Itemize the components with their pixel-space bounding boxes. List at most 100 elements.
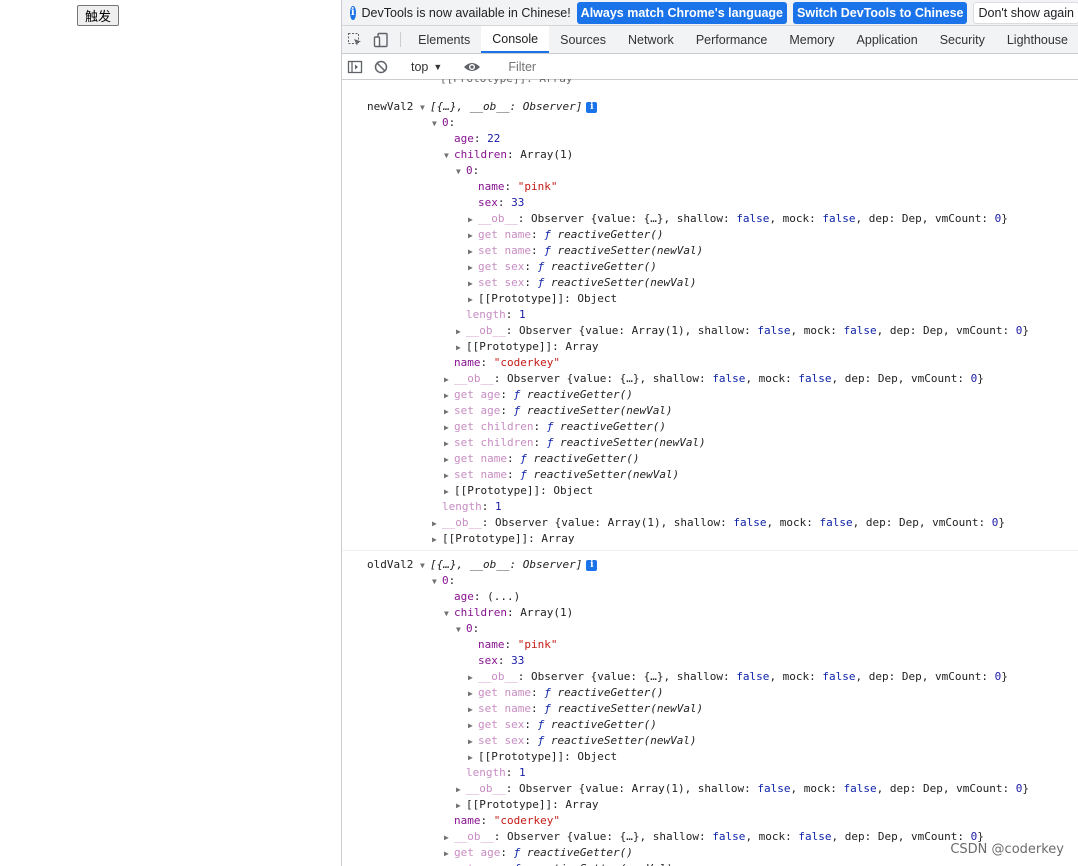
collapsed-triangle-icon[interactable]: ▶ (468, 260, 478, 276)
console-tree-row[interactable]: ▶ get name: ƒ reactiveGetter() (468, 685, 663, 701)
collapsed-triangle-icon[interactable]: ▶ (468, 212, 478, 228)
console-tree-row[interactable]: ▶ [[Prototype]]: Object (468, 291, 617, 307)
expanded-triangle-icon[interactable]: ▼ (456, 622, 466, 638)
console-tree-row[interactable]: ▶ get children: ƒ reactiveGetter() (444, 419, 666, 435)
collapsed-triangle-icon[interactable]: ▶ (444, 862, 454, 866)
console-tree-row[interactable]: ▶ get name: ƒ reactiveGetter() (444, 451, 639, 467)
collapsed-triangle-icon[interactable]: ▶ (444, 436, 454, 452)
collapsed-triangle-icon[interactable]: ▶ (468, 750, 478, 766)
collapsed-triangle-icon[interactable]: ▶ (444, 372, 454, 388)
console-tree-row[interactable]: ▶ set sex: ƒ reactiveSetter(newVal) (468, 733, 697, 749)
live-expression-eye-icon[interactable] (459, 60, 485, 74)
console-tree-row[interactable]: ▶ set children: ƒ reactiveSetter(newVal) (444, 435, 706, 451)
console-tree-row[interactable]: ▼ 0: (456, 163, 479, 179)
console-tree-row[interactable]: ▶ [[Prototype]]: Object (444, 483, 593, 499)
collapsed-triangle-icon[interactable]: ▶ (456, 782, 466, 798)
console-tree-row[interactable]: ▶set age: ƒ reactiveSetter(newVal) (444, 861, 673, 866)
context-selector[interactable]: top ▼ (407, 60, 446, 74)
collapsed-triangle-icon[interactable]: ▶ (444, 452, 454, 468)
console-tree-row[interactable]: ▼ children: Array(1) (444, 147, 573, 163)
expanded-triangle-icon[interactable]: ▼ (432, 116, 442, 132)
collapsed-triangle-icon[interactable]: ▶ (444, 404, 454, 420)
collapsed-triangle-icon[interactable]: ▶ (456, 340, 466, 356)
expanded-triangle-icon[interactable]: ▼ (444, 148, 454, 164)
clear-console-icon[interactable] (368, 59, 394, 75)
collapsed-triangle-icon[interactable]: ▶ (468, 670, 478, 686)
console-tree-row[interactable]: ▶ set sex: ƒ reactiveSetter(newVal) (468, 275, 697, 291)
always-match-language-button[interactable]: Always match Chrome's language (576, 1, 788, 24)
expanded-triangle-icon[interactable]: ▼ (444, 606, 454, 622)
console-tree-row[interactable]: ▶ get age: ƒ reactiveGetter() (444, 845, 633, 861)
property-key: 0 (466, 164, 473, 177)
console-tree-row[interactable]: ▼ 0: (456, 621, 479, 637)
collapsed-triangle-icon[interactable]: ▶ (432, 516, 442, 532)
console-tree-row[interactable]: newVal2 ▼ [{…}, __ob__: Observer] i (367, 99, 598, 116)
collapsed-triangle-icon[interactable]: ▶ (444, 846, 454, 862)
collapsed-triangle-icon[interactable]: ▶ (468, 718, 478, 734)
console-tree-row[interactable]: ▶set age: ƒ reactiveSetter(newVal) (444, 403, 673, 419)
console-tree-row[interactable]: ▶ __ob__: Observer {value: Array(1), shal… (456, 323, 1029, 339)
console-tree-row[interactable]: ▼ children: Array(1) (444, 605, 573, 621)
collapsed-triangle-icon[interactable]: ▶ (468, 276, 478, 292)
info-badge-icon[interactable]: i (586, 559, 598, 571)
property-value: ƒ reactiveGetter() (544, 228, 664, 241)
console-tree-row[interactable]: ▼ 0: (432, 573, 455, 589)
tab-elements[interactable]: Elements (407, 26, 481, 53)
collapsed-triangle-icon[interactable]: ▶ (432, 532, 442, 548)
collapsed-triangle-icon[interactable]: ▶ (444, 468, 454, 484)
tab-network[interactable]: Network (617, 26, 685, 53)
console-tree-row[interactable]: ▶ set name: ƒ reactiveSetter(newVal) (444, 467, 679, 483)
tab-memory[interactable]: Memory (778, 26, 845, 53)
console-tree-row[interactable]: ▶ __ob__: Observer {value: {…}, shallow: … (468, 211, 1008, 227)
expanded-triangle-icon[interactable]: ▼ (420, 100, 430, 116)
inspect-element-icon[interactable] (342, 26, 368, 53)
console-tree-row[interactable]: ▶ __ob__: Observer {value: {…}, shallow: … (444, 829, 984, 845)
console-tree-row[interactable]: ▶ [[Prototype]]: Array (456, 339, 598, 355)
collapsed-triangle-icon[interactable]: ▶ (456, 324, 466, 340)
tab-security[interactable]: Security (929, 26, 996, 53)
show-sidebar-icon[interactable] (342, 59, 368, 75)
collapsed-triangle-icon[interactable]: ▶ (444, 388, 454, 404)
tab-performance[interactable]: Performance (685, 26, 779, 53)
console-filter-input[interactable] (504, 57, 1078, 76)
collapsed-triangle-icon[interactable]: ▶ (444, 830, 454, 846)
console-tree-row[interactable]: ▶ get sex: ƒ reactiveGetter() (468, 259, 657, 275)
collapsed-triangle-icon[interactable]: ▶ (444, 420, 454, 436)
console-tree-row[interactable]: ▶ __ob__: Observer {value: Array(1), shal… (432, 515, 1005, 531)
tab-sources[interactable]: Sources (549, 26, 617, 53)
expanded-triangle-icon[interactable]: ▼ (456, 164, 466, 180)
collapsed-triangle-icon[interactable]: ▶ (468, 228, 478, 244)
console-tree-row[interactable]: ▶ get age: ƒ reactiveGetter() (444, 387, 633, 403)
device-toolbar-icon[interactable] (368, 26, 394, 53)
switch-to-chinese-button[interactable]: Switch DevTools to Chinese (793, 1, 968, 24)
tab-application[interactable]: Application (846, 26, 929, 53)
expanded-triangle-icon[interactable]: ▼ (420, 558, 430, 574)
console-tree-row[interactable]: ▶ set name: ƒ reactiveSetter(newVal) (468, 701, 703, 717)
console-tree-row[interactable]: ▶ __ob__: Observer {value: Array(1), shal… (456, 781, 1029, 797)
console-tree-row[interactable]: ▶ __ob__: Observer {value: {…}, shallow: … (444, 371, 984, 387)
console-tree-row[interactable]: ▶ get name: ƒ reactiveGetter() (468, 227, 663, 243)
dont-show-again-button[interactable]: Don't show again (973, 1, 1078, 24)
expanded-triangle-icon[interactable]: ▼ (432, 574, 442, 590)
collapsed-triangle-icon[interactable]: ▶ (468, 686, 478, 702)
console-tree-row[interactable]: ▼ 0: (432, 115, 455, 131)
console-tree-row[interactable]: oldVal2 ▼ [{…}, __ob__: Observer] i (367, 557, 598, 574)
collapsed-triangle-icon[interactable]: ▶ (444, 484, 454, 500)
collapsed-triangle-icon[interactable]: ▶ (468, 734, 478, 750)
console-tree-row[interactable]: ▶ set name: ƒ reactiveSetter(newVal) (468, 243, 703, 259)
info-badge-icon[interactable]: i (586, 101, 598, 113)
console-tree-row[interactable]: ▶ [[Prototype]]: Array (432, 531, 574, 547)
tab-console[interactable]: Console (481, 26, 550, 53)
console-tree-row[interactable]: ▶ [[Prototype]]: Object (468, 749, 617, 765)
collapsed-triangle-icon[interactable]: ▶ (468, 702, 478, 718)
collapsed-triangle-icon[interactable]: ▶ (456, 798, 466, 814)
tab-lighthouse[interactable]: Lighthouse (996, 26, 1078, 53)
collapsed-triangle-icon[interactable]: ▶ (468, 244, 478, 260)
console-tree-row[interactable]: ▶ [[Prototype]]: Array (456, 797, 598, 813)
property-key: [[Prototype]] (466, 798, 553, 811)
console-tree-row[interactable]: ▶ __ob__: Observer {value: {…}, shallow: … (468, 669, 1008, 685)
trigger-button[interactable]: 触发 (77, 5, 119, 26)
collapsed-triangle-icon[interactable]: ▶ (468, 292, 478, 308)
console-tree-row[interactable]: ▶ get sex: ƒ reactiveGetter() (468, 717, 657, 733)
property-value: (...) (487, 590, 521, 603)
